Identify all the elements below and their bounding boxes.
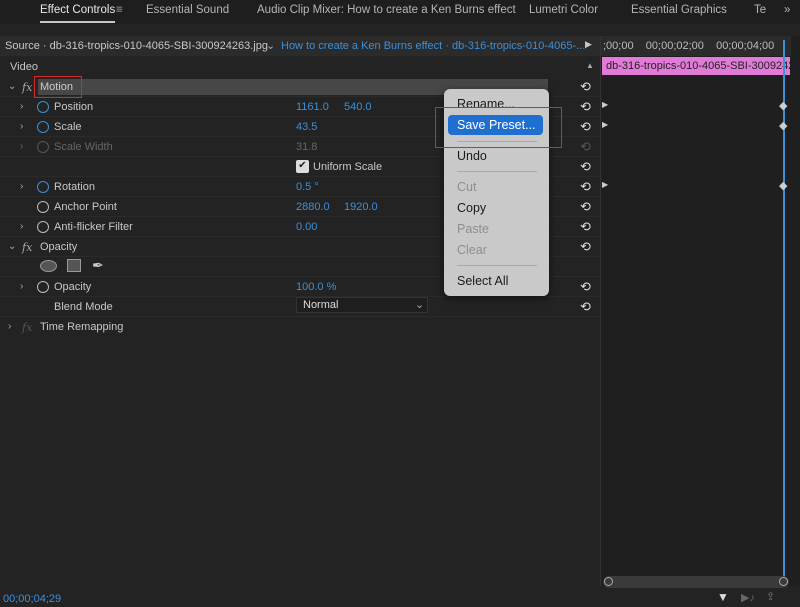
- property-label: Scale Width: [54, 141, 113, 153]
- keyframe-nav-icon[interactable]: ▶: [602, 100, 608, 109]
- expand-chevron-icon[interactable]: ›: [20, 121, 23, 132]
- reset-icon[interactable]: ⟲: [580, 99, 591, 115]
- position-y-value[interactable]: 540.0: [344, 101, 372, 113]
- chevron-down-icon[interactable]: ⌄: [266, 39, 275, 52]
- opacity-value[interactable]: 100.0 %: [296, 281, 336, 293]
- highlight-box: [435, 107, 562, 148]
- blend-mode-value: Normal: [303, 299, 339, 311]
- panel-menu-icon[interactable]: ≡: [116, 4, 123, 16]
- menu-item-undo[interactable]: Undo: [457, 149, 487, 163]
- source-label: Source · db-316-tropics-010-4065-SBI-300…: [5, 40, 268, 52]
- timeline-area[interactable]: ;00;00 00;00;02;00 00;00;04;00 db-316-tr…: [600, 36, 800, 588]
- stopwatch-icon[interactable]: [37, 101, 49, 113]
- property-label: Scale: [54, 121, 82, 133]
- panel-tabs: Effect Controls ≡ Essential Sound Audio …: [0, 0, 800, 24]
- property-label: Blend Mode: [54, 301, 113, 313]
- property-label: Anchor Point: [54, 201, 117, 213]
- stopwatch-icon: [37, 141, 49, 153]
- ellipse-mask-icon[interactable]: [40, 260, 57, 272]
- rectangle-mask-icon[interactable]: [67, 259, 81, 272]
- menu-item-cut: Cut: [457, 180, 477, 194]
- time-remapping-row[interactable]: › fx Time Remapping: [0, 317, 600, 337]
- fx-icon[interactable]: fx: [22, 241, 32, 254]
- tab-essential-graphics[interactable]: Essential Graphics: [631, 4, 727, 16]
- reset-icon[interactable]: ⟲: [580, 79, 591, 95]
- stopwatch-icon[interactable]: [37, 201, 49, 213]
- keyframe-icon[interactable]: ◆: [779, 179, 787, 192]
- reset-icon[interactable]: ⟲: [580, 199, 591, 215]
- current-timecode[interactable]: 00;00;04;29: [3, 593, 61, 605]
- tab-lumetri-color[interactable]: Lumetri Color: [529, 4, 598, 16]
- reset-icon: ⟲: [580, 139, 591, 154]
- property-label: Opacity: [54, 281, 92, 293]
- uniform-scale-checkbox[interactable]: ✔: [296, 160, 309, 173]
- tab-te[interactable]: Te: [754, 4, 766, 16]
- expand-chevron-icon[interactable]: ›: [20, 101, 23, 112]
- reset-icon[interactable]: ⟲: [580, 179, 591, 195]
- time-ruler: ;00;00 00;00;02;00 00;00;04;00: [603, 40, 775, 52]
- property-label: Anti-flicker Filter: [54, 221, 133, 233]
- menu-item-clear: Clear: [457, 243, 487, 257]
- zoom-scrollbar[interactable]: [603, 576, 789, 588]
- video-section-label: Video: [10, 61, 38, 73]
- blend-mode-select[interactable]: Normal ⌄: [296, 297, 428, 313]
- highlight-box: [34, 76, 82, 98]
- reset-icon[interactable]: ⟲: [580, 159, 591, 175]
- property-row-blend-mode: Blend Mode Normal ⌄ ⟲: [0, 297, 600, 317]
- filter-icon[interactable]: ▼: [717, 590, 729, 604]
- fx-icon[interactable]: fx: [22, 81, 32, 94]
- tab-audio-clip-mixer[interactable]: Audio Clip Mixer: How to create a Ken Bu…: [257, 4, 516, 16]
- tab-essential-sound[interactable]: Essential Sound: [146, 4, 229, 16]
- stopwatch-icon[interactable]: [37, 181, 49, 193]
- chevron-down-icon: ⌄: [415, 299, 425, 311]
- expand-chevron-icon[interactable]: ›: [8, 321, 11, 332]
- anti-flicker-value[interactable]: 0.00: [296, 221, 317, 233]
- anchor-y-value[interactable]: 1920.0: [344, 201, 378, 213]
- more-tabs-icon[interactable]: »: [784, 4, 790, 16]
- uniform-scale-label: Uniform Scale: [313, 161, 383, 173]
- play-arrow-icon[interactable]: ▶: [585, 39, 592, 50]
- time-remapping-label: Time Remapping: [40, 321, 124, 333]
- collapse-chevron-icon[interactable]: ⌄: [8, 241, 16, 252]
- source-bar: Source · db-316-tropics-010-4065-SBI-300…: [0, 36, 600, 56]
- collapse-chevron-icon[interactable]: ⌄: [8, 81, 16, 92]
- menu-item-copy[interactable]: Copy: [457, 201, 486, 215]
- expand-chevron-icon[interactable]: ›: [20, 281, 23, 292]
- keyframe-icon[interactable]: ◆: [779, 119, 787, 132]
- reset-icon[interactable]: ⟲: [580, 279, 591, 295]
- sequence-link[interactable]: How to create a Ken Burns effect · db-31…: [281, 40, 585, 52]
- stopwatch-icon[interactable]: [37, 221, 49, 233]
- keyframe-nav-icon[interactable]: ▶: [602, 120, 608, 129]
- stopwatch-icon[interactable]: [37, 121, 49, 133]
- rotation-value[interactable]: 0.5 °: [296, 181, 319, 193]
- keyframe-icon[interactable]: ◆: [779, 99, 787, 112]
- scale-width-value: 31.8: [296, 141, 318, 153]
- audio-play-icon[interactable]: ▶♪: [741, 591, 755, 604]
- reset-icon[interactable]: ⟲: [580, 239, 591, 255]
- expand-chevron-icon[interactable]: ›: [20, 221, 23, 232]
- stopwatch-icon[interactable]: [37, 281, 49, 293]
- reset-icon[interactable]: ⟲: [580, 299, 591, 315]
- opacity-effect-label: Opacity: [40, 241, 78, 253]
- menu-item-select-all[interactable]: Select All: [457, 274, 508, 288]
- position-x-value[interactable]: 1161.0: [296, 101, 329, 113]
- pen-mask-icon[interactable]: ✒: [92, 257, 104, 274]
- reset-icon[interactable]: ⟲: [580, 119, 591, 135]
- anchor-x-value[interactable]: 2880.0: [296, 201, 330, 213]
- reset-icon[interactable]: ⟲: [580, 219, 591, 235]
- scale-value[interactable]: 43.5: [296, 121, 317, 133]
- scroll-up-icon[interactable]: ▲: [586, 61, 594, 70]
- property-label: Position: [54, 101, 94, 113]
- export-icon[interactable]: ⇪: [766, 590, 775, 603]
- property-label: Rotation: [54, 181, 95, 193]
- fx-icon: fx: [22, 321, 33, 334]
- menu-item-paste: Paste: [457, 222, 489, 236]
- clip-bar[interactable]: db-316-tropics-010-4065-SBI-3009242: [602, 57, 790, 75]
- expand-chevron-icon[interactable]: ›: [20, 181, 23, 192]
- tab-effect-controls[interactable]: Effect Controls: [40, 4, 116, 23]
- keyframe-nav-icon[interactable]: ▶: [602, 180, 608, 189]
- expand-chevron-icon: ›: [20, 141, 24, 152]
